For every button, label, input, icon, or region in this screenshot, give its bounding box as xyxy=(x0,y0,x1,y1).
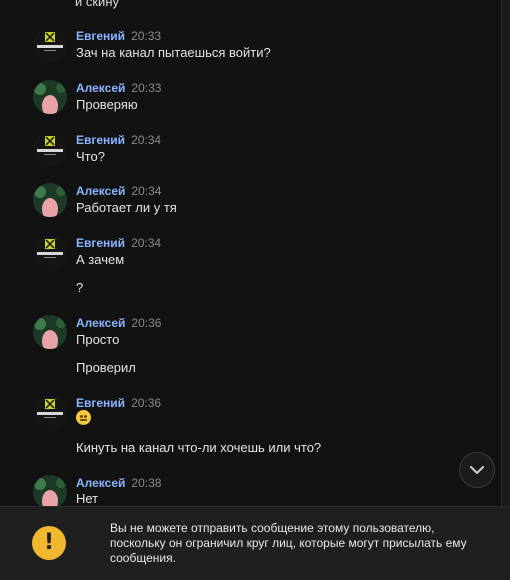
message-text: Зач на канал пытаешься войти? xyxy=(76,45,271,60)
author-name[interactable]: Алексей xyxy=(76,81,125,95)
avatar-aleksey[interactable] xyxy=(33,315,67,349)
avatar-aleksey[interactable] xyxy=(33,80,67,114)
avatar-evgeniy[interactable] xyxy=(33,132,67,166)
avatar-evgeniy[interactable] xyxy=(33,395,67,429)
avatar-aleksey[interactable] xyxy=(33,475,67,506)
author-name[interactable]: Алексей xyxy=(76,316,125,330)
message-time: 20:34 xyxy=(131,236,162,250)
author-name[interactable]: Евгений xyxy=(76,396,125,410)
message-time: 20:38 xyxy=(131,476,162,490)
message-text: Просто xyxy=(76,332,120,347)
warning-icon: ! xyxy=(32,526,66,560)
scroll-to-bottom-button[interactable] xyxy=(459,452,495,488)
author-name[interactable]: Евгений xyxy=(76,133,125,147)
avatar-aleksey[interactable] xyxy=(33,183,67,217)
emoji-no-mouth-icon xyxy=(76,410,91,425)
message-text: ? xyxy=(76,280,84,295)
message-time: 20:33 xyxy=(131,81,162,95)
message-time: 20:36 xyxy=(131,316,162,330)
author-name[interactable]: Алексей xyxy=(76,476,125,490)
message-text: Проверяю xyxy=(76,97,138,112)
message-text: Что? xyxy=(76,149,105,164)
notice-text: Вы не можете отправить сообщение этому п… xyxy=(110,521,467,565)
avatar-evgeniy[interactable] xyxy=(33,28,67,62)
message-text: Нет xyxy=(76,491,99,506)
author-name[interactable]: Алексей xyxy=(76,184,125,198)
message-list[interactable]: и скину Евгений 20:33 Зач на канал пытаеш… xyxy=(0,0,502,506)
message-text: Работает ли у тя xyxy=(76,200,177,215)
avatar-evgeniy[interactable] xyxy=(33,235,67,269)
message-text: Кинуть на канал что-ли хочешь или что? xyxy=(76,440,322,455)
scrollbar[interactable] xyxy=(501,0,510,506)
chevron-down-icon xyxy=(470,465,484,474)
author-name[interactable]: Евгений xyxy=(76,29,125,43)
message-time: 20:34 xyxy=(131,184,162,198)
message-text: Проверил xyxy=(76,360,136,375)
message-text: и скину xyxy=(75,0,120,9)
message-text: А зачем xyxy=(76,252,125,267)
message-time: 20:36 xyxy=(131,396,162,410)
restriction-notice: ! Вы не можете отправить сообщение этому… xyxy=(0,506,510,580)
author-name[interactable]: Евгений xyxy=(76,236,125,250)
message-time: 20:33 xyxy=(131,29,162,43)
message-time: 20:34 xyxy=(131,133,162,147)
